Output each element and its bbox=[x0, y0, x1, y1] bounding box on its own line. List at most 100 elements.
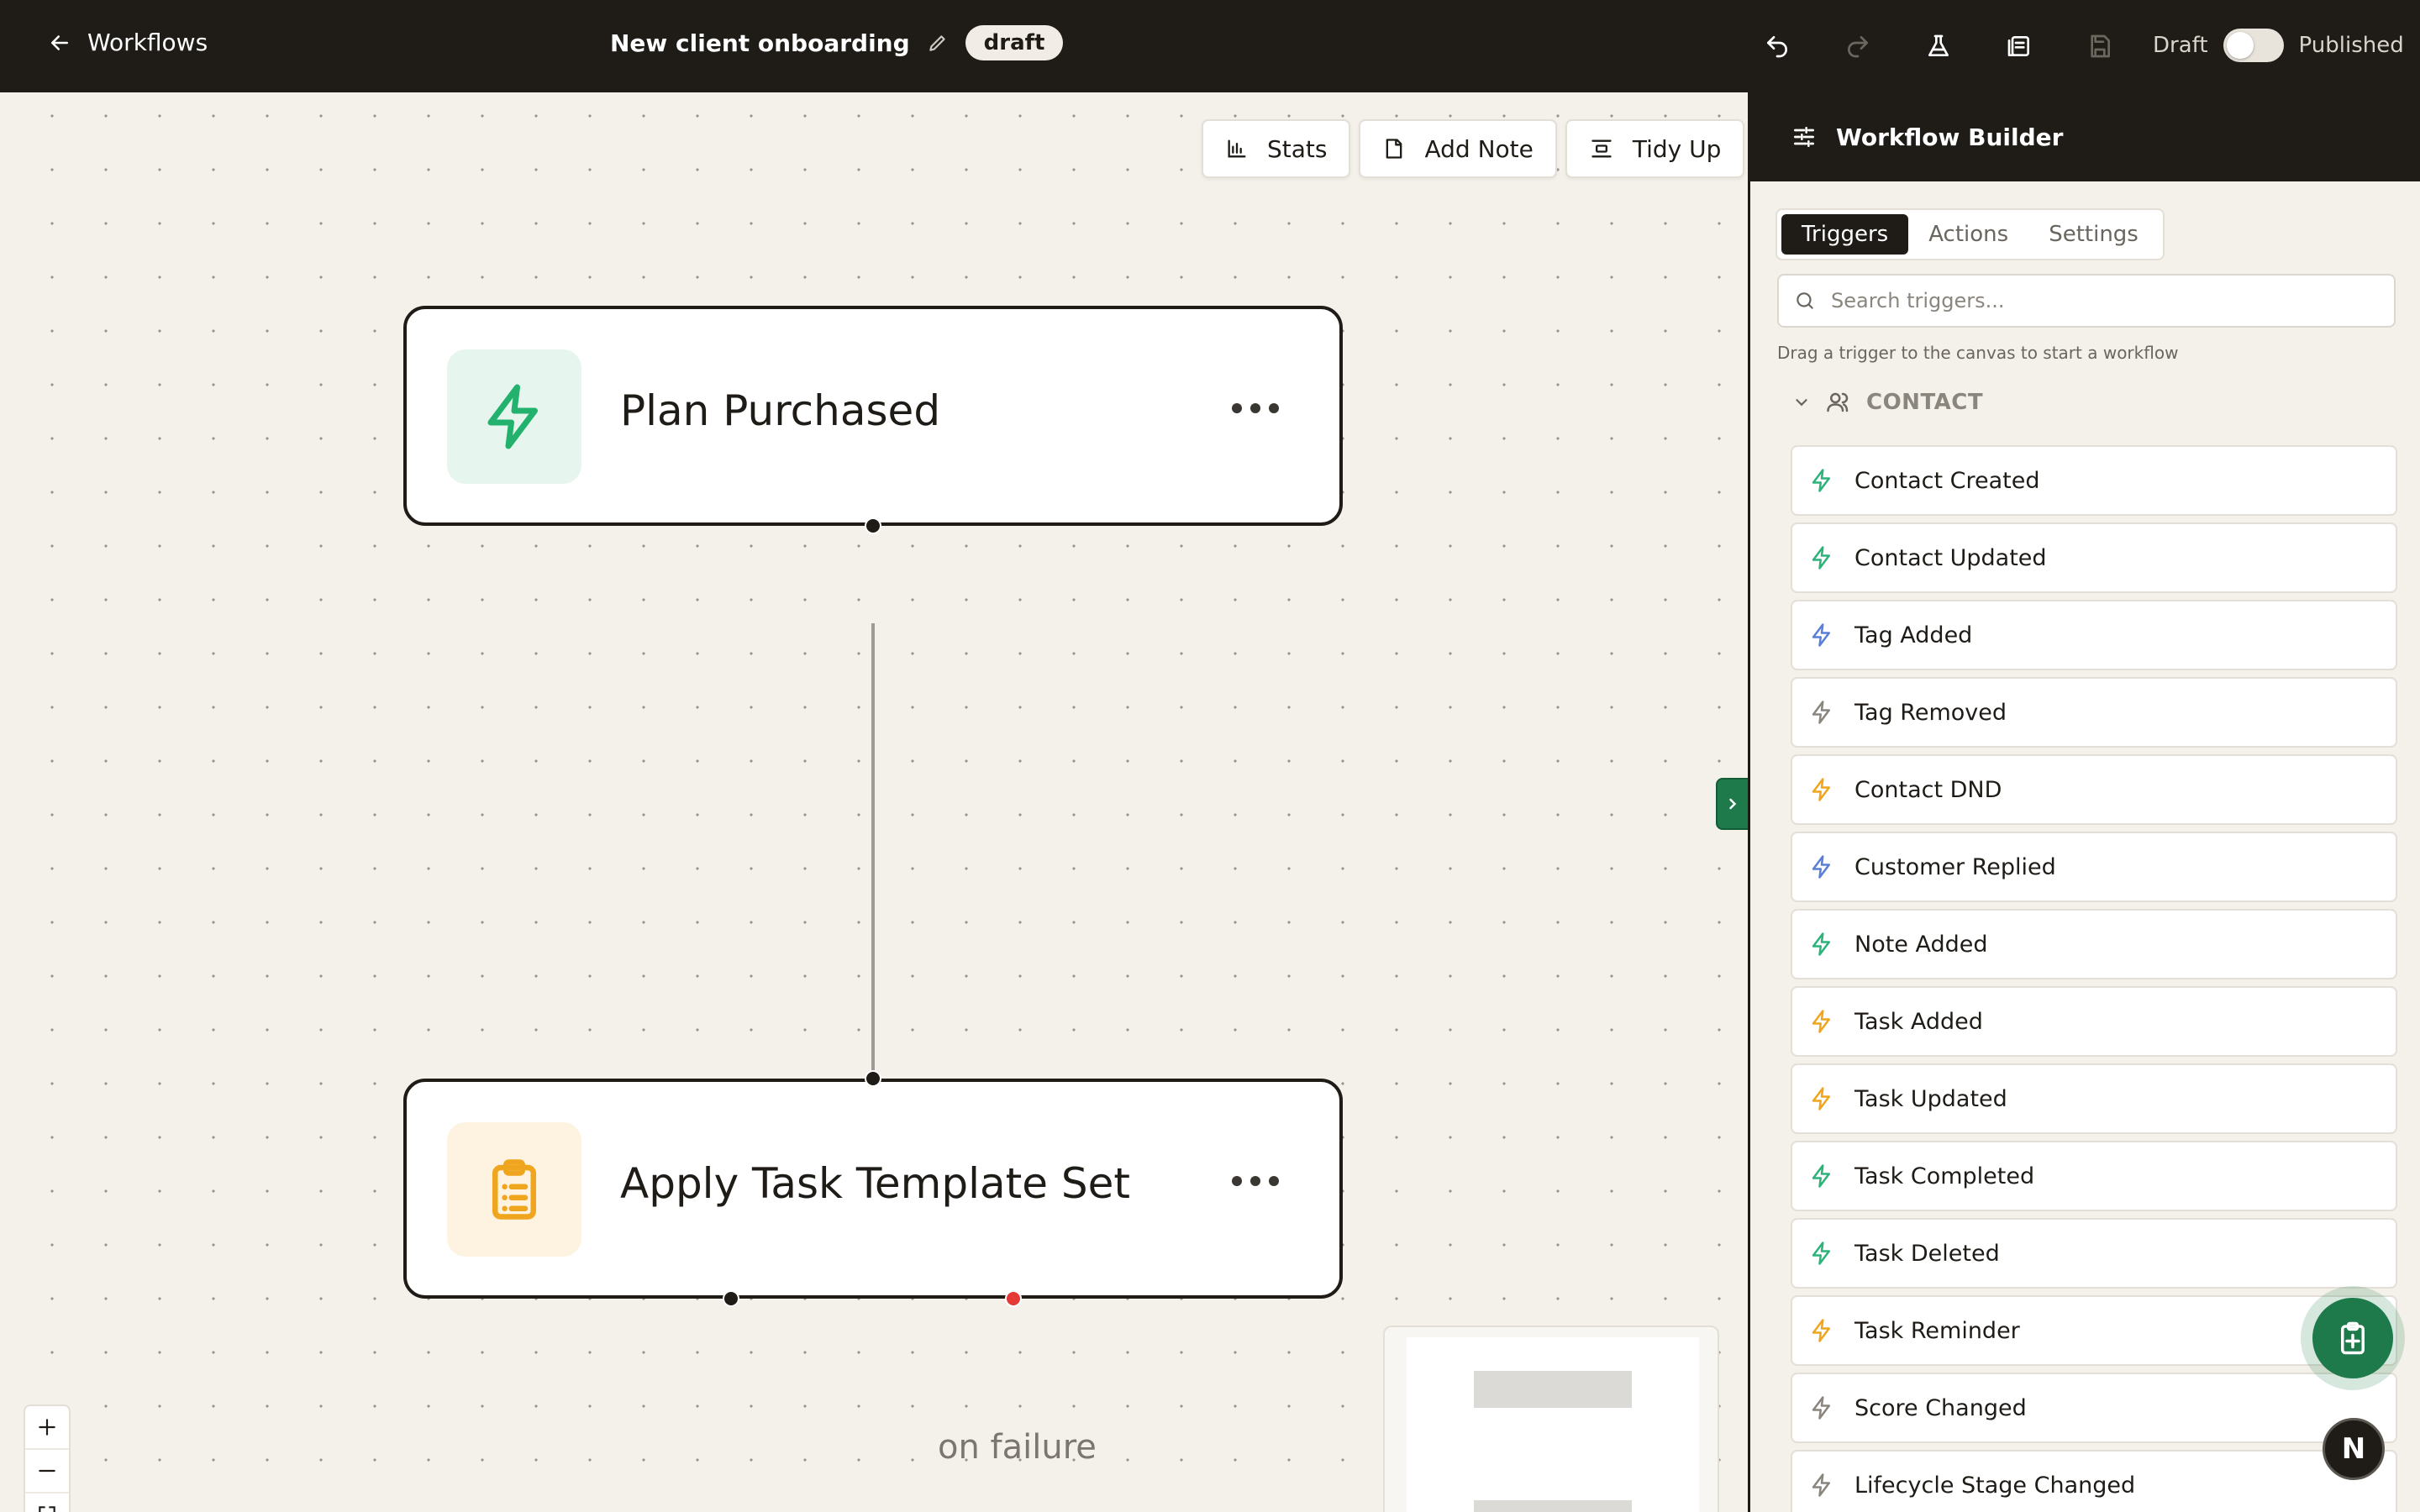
fit-view-button[interactable] bbox=[25, 1494, 69, 1512]
trigger-item-label: Lifecycle Stage Changed bbox=[1854, 1472, 2136, 1499]
align-icon bbox=[1591, 139, 1612, 158]
failure-branch-label: on failure bbox=[938, 1428, 1097, 1467]
add-note-label: Add Note bbox=[1424, 134, 1534, 163]
minus-icon bbox=[39, 1469, 55, 1473]
lightning-icon bbox=[1812, 1473, 1830, 1497]
redo-button[interactable] bbox=[1837, 25, 1879, 67]
bar-chart-icon bbox=[1228, 139, 1246, 158]
trigger-item-label: Contact DND bbox=[1854, 776, 2002, 803]
lightning-icon bbox=[1812, 1087, 1830, 1110]
lightning-icon bbox=[1812, 469, 1830, 492]
arrow-left-icon bbox=[51, 34, 68, 50]
search-icon bbox=[1797, 292, 1813, 309]
trigger-item[interactable]: Task Added bbox=[1791, 986, 2397, 1057]
redo-icon bbox=[1848, 36, 1868, 58]
trigger-node[interactable]: Plan Purchased bbox=[403, 306, 1343, 526]
trigger-list: Contact Created Contact Updated Tag Added T… bbox=[1791, 445, 2397, 1512]
trigger-item[interactable]: Score Changed bbox=[1791, 1373, 2397, 1443]
trigger-item[interactable]: Contact DND bbox=[1791, 754, 2397, 825]
trigger-item[interactable]: Task Completed bbox=[1791, 1141, 2397, 1211]
zoom-out-button[interactable] bbox=[25, 1450, 69, 1494]
versions-icon bbox=[2007, 36, 2029, 56]
fit-view-icon bbox=[39, 1506, 55, 1512]
trigger-item-label: Task Completed bbox=[1854, 1163, 2035, 1189]
lightning-icon bbox=[1812, 932, 1830, 956]
trigger-item[interactable]: Tag Added bbox=[1791, 600, 2397, 670]
connection-edge[interactable] bbox=[871, 623, 875, 1146]
canvas-toolbar: Stats Add Note Tidy Up bbox=[1202, 119, 1745, 178]
versions-button[interactable] bbox=[1998, 25, 2040, 67]
sliders-icon bbox=[1794, 127, 1814, 147]
zoom-in-button[interactable] bbox=[25, 1406, 69, 1450]
lightning-icon bbox=[1812, 1242, 1830, 1265]
search-input[interactable] bbox=[1831, 289, 2369, 312]
tidy-up-button[interactable]: Tidy Up bbox=[1565, 119, 1745, 178]
minimap-node bbox=[1474, 1371, 1632, 1408]
add-note-button[interactable]: Add Note bbox=[1359, 119, 1557, 178]
lightning-icon bbox=[1812, 855, 1830, 879]
lightning-icon bbox=[1812, 623, 1830, 647]
tab-settings[interactable]: Settings bbox=[2028, 214, 2159, 255]
action-node[interactable]: Apply Task Template Set bbox=[403, 1079, 1343, 1299]
trigger-item-label: Tag Added bbox=[1854, 622, 1973, 648]
trigger-item[interactable]: Task Reminder bbox=[1791, 1295, 2397, 1366]
section-contact-header[interactable]: CONTACT bbox=[1792, 390, 1983, 415]
panel-collapse-button[interactable] bbox=[1716, 778, 1749, 830]
zoom-controls bbox=[24, 1404, 71, 1512]
action-node-label: Apply Task Template Set bbox=[620, 1159, 1131, 1208]
output-port[interactable] bbox=[865, 517, 881, 534]
search-box bbox=[1777, 274, 2396, 328]
top-bar: Workflows New client onboarding draft Dr… bbox=[0, 0, 2420, 92]
panel-title: Workflow Builder bbox=[1836, 123, 2064, 151]
trigger-item[interactable]: Task Deleted bbox=[1791, 1218, 2397, 1289]
avatar[interactable]: N bbox=[2323, 1418, 2385, 1480]
failure-port[interactable] bbox=[1005, 1290, 1022, 1307]
trigger-item-label: Note Added bbox=[1854, 931, 1988, 958]
tidy-up-label: Tidy Up bbox=[1632, 134, 1722, 163]
publish-toggle-group: Draft Published bbox=[2153, 29, 2404, 62]
input-port[interactable] bbox=[865, 1070, 881, 1087]
trigger-item-label: Task Reminder bbox=[1854, 1317, 2020, 1344]
trigger-item-label: Contact Created bbox=[1854, 467, 2040, 494]
success-port[interactable] bbox=[723, 1290, 739, 1307]
save-button[interactable] bbox=[2079, 25, 2121, 67]
panel-header: Workflow Builder bbox=[1750, 92, 2420, 181]
chevron-right-icon bbox=[1729, 798, 1737, 810]
lightning-icon bbox=[1812, 1396, 1830, 1420]
back-to-workflows-link[interactable]: Workflows bbox=[47, 29, 208, 56]
node-menu-button[interactable] bbox=[1232, 403, 1279, 413]
back-label: Workflows bbox=[87, 29, 208, 56]
lightning-icon bbox=[487, 384, 538, 449]
panel-tabs: Triggers Actions Settings bbox=[1776, 208, 2165, 260]
publish-toggle[interactable] bbox=[2223, 29, 2284, 62]
undo-button[interactable] bbox=[1756, 25, 1798, 67]
tab-actions[interactable]: Actions bbox=[1908, 214, 2028, 255]
trigger-item[interactable]: Note Added bbox=[1791, 909, 2397, 979]
trigger-item[interactable]: Lifecycle Stage Changed bbox=[1791, 1450, 2397, 1512]
test-button[interactable] bbox=[1918, 25, 1960, 67]
lightning-icon bbox=[1812, 1164, 1830, 1188]
trigger-item-label: Customer Replied bbox=[1854, 853, 2056, 880]
trigger-item[interactable]: Tag Removed bbox=[1791, 677, 2397, 748]
lightning-icon bbox=[1812, 1319, 1830, 1342]
minimap[interactable] bbox=[1383, 1326, 1719, 1512]
trigger-item[interactable]: Contact Updated bbox=[1791, 522, 2397, 593]
trigger-item-label: Task Deleted bbox=[1854, 1240, 2000, 1267]
pencil-icon[interactable] bbox=[927, 32, 949, 54]
trigger-node-label: Plan Purchased bbox=[620, 386, 941, 435]
clipboard-plus-icon bbox=[2341, 1321, 2365, 1355]
trigger-item[interactable]: Task Updated bbox=[1791, 1063, 2397, 1134]
tab-triggers[interactable]: Triggers bbox=[1781, 214, 1909, 255]
trigger-item[interactable]: Customer Replied bbox=[1791, 832, 2397, 902]
workflow-title[interactable]: New client onboarding bbox=[610, 29, 910, 57]
add-task-fab[interactable] bbox=[2312, 1298, 2393, 1378]
workflow-canvas[interactable]: Stats Add Note Tidy Up Plan Purchased Ap… bbox=[0, 92, 1748, 1512]
stats-button[interactable]: Stats bbox=[1202, 119, 1351, 178]
trigger-item-label: Tag Removed bbox=[1854, 699, 2007, 726]
action-node-icon-box bbox=[447, 1122, 581, 1257]
node-menu-button[interactable] bbox=[1232, 1176, 1279, 1186]
minimap-viewport bbox=[1407, 1337, 1699, 1512]
trigger-item[interactable]: Contact Created bbox=[1791, 445, 2397, 516]
section-contact-label: CONTACT bbox=[1866, 390, 1984, 415]
lightning-icon bbox=[1812, 1010, 1830, 1033]
